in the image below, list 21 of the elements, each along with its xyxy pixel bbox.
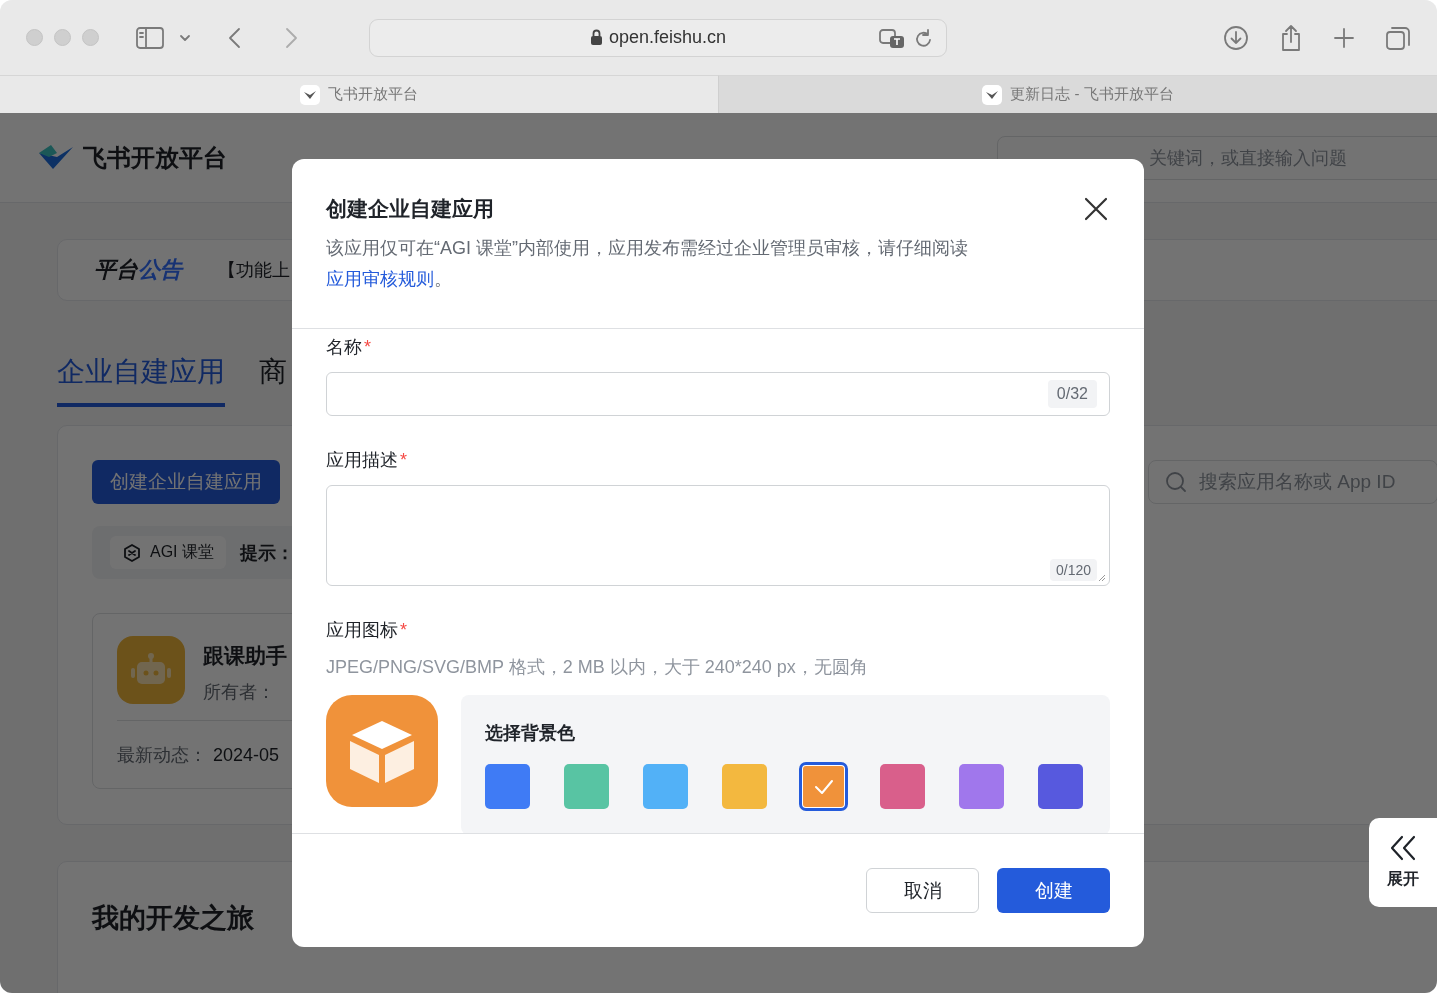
dialog-description: 该应用仅可在“AGI 课堂”内部使用，应用发布需经过企业管理员审核，请仔细阅读 应用审核规则。 [326,237,969,291]
field-label: 应用描述* [326,449,408,472]
icon-requirements: JPEG/PNG/SVG/BMP 格式，2 MB 以内，大于 240*240 px，无圆角 [326,656,869,679]
owner-label: 所有者： [203,681,276,704]
organization-name: AGI 课堂 [150,542,214,562]
character-counter: 0/32 [1047,380,1097,408]
dialog-title: 创建企业自建应用 [326,196,494,222]
field-label: 名称* [326,336,372,359]
field-label: 应用图标* [326,619,408,642]
palette-title: 选择背景色 [485,722,576,745]
journey-title: 我的开发之旅 [92,902,255,935]
app-name: 跟课助手 [203,643,287,669]
activity-label: 最新动态： [117,745,207,765]
announcement-title: 平台公告 [94,256,182,284]
announcement-text: 【功能上 [218,259,290,282]
hint-label: 提示： [240,541,294,565]
activity-date: 2024-05 [213,745,280,765]
tab-title: 飞书开放平台 [328,85,418,104]
character-counter: 0/120 [1049,559,1097,581]
url-text: open.feishu.cn [608,27,727,48]
tab-title: 更新日志 - 飞书开放平台 [1010,85,1174,104]
